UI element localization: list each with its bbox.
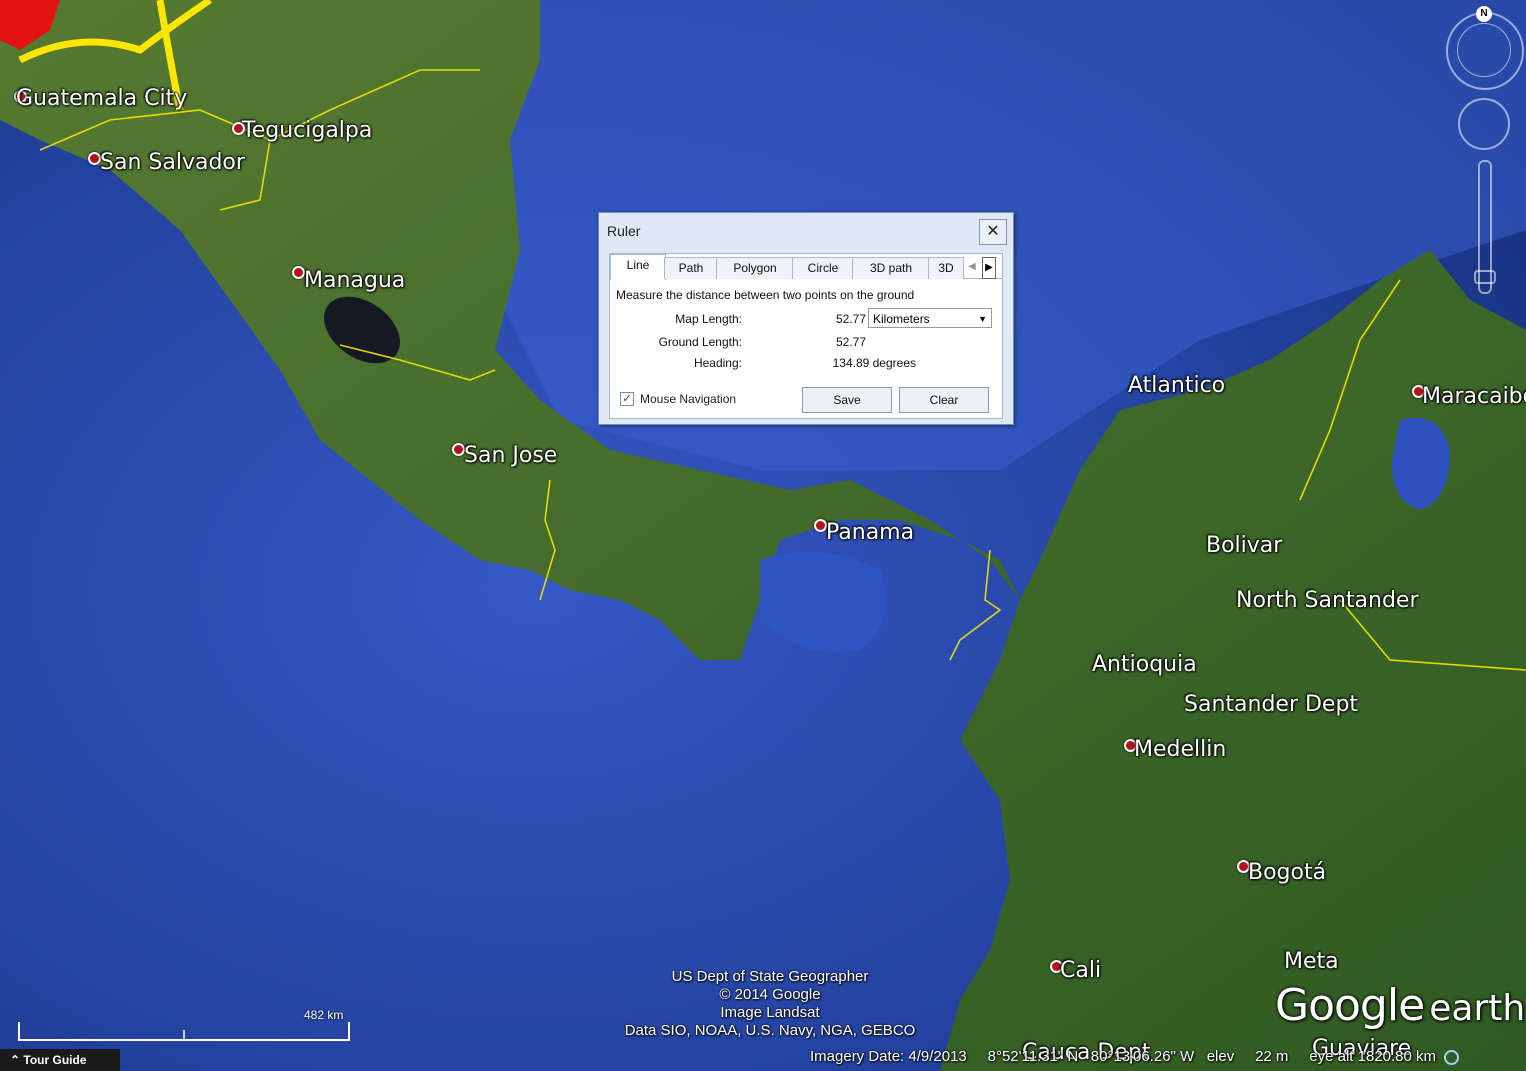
mouse-navigation[interactable]: ✓ Mouse Navigation [620,392,736,406]
logo-google: Google [1275,980,1425,1031]
tour-guide-label: Tour Guide [23,1053,87,1067]
north-icon[interactable]: N [1476,6,1492,22]
zoom-slider-handle[interactable] [1474,270,1496,284]
mouse-navigation-label: Mouse Navigation [640,392,737,406]
clear-button[interactable]: Clear [899,387,989,413]
heading-label: Heading: [693,356,742,370]
eye-altitude: eye alt 1820.80 km [1309,1048,1437,1065]
ruler-dialog: Ruler ✕ Line Path Polygon Circle 3D path… [598,212,1014,425]
tab-polygon[interactable]: Polygon [716,257,794,279]
city-label-san-jose[interactable]: San Jose [464,443,557,468]
look-joystick[interactable] [1457,23,1511,77]
chevron-down-icon: ▼ [978,314,987,324]
credit-line: Image Landsat [720,1004,820,1021]
ruler-panel: Line Path Polygon Circle 3D path 3D ◀ ▶ … [609,253,1003,419]
save-button[interactable]: Save [802,387,892,413]
elevation-value: 22 m [1255,1048,1289,1065]
city-label-tegucigalpa[interactable]: Tegucigalpa [242,118,372,143]
tab-line[interactable]: Line [610,254,666,280]
city-label-bogot-[interactable]: Bogotá [1248,860,1326,885]
imagery-credits: US Dept of State Geographer © 2014 Googl… [580,968,960,1040]
chevron-up-icon: ⌃ [10,1053,24,1067]
city-label-guatemala-city[interactable]: Guatemala City [16,86,187,111]
logo-earth: earth [1429,988,1526,1029]
ground-length-label: Ground Length: [658,335,742,349]
city-label-antioquia[interactable]: Antioquia [1092,652,1197,677]
tab-path[interactable]: Path [664,257,718,279]
heading-value: 134.89 degrees [832,356,916,370]
city-label-cali[interactable]: Cali [1060,958,1101,983]
tab-3d-path[interactable]: 3D path [852,257,930,279]
google-earth-logo: Google earth [1275,980,1525,1031]
ground-length-value: 52.77 [835,335,866,349]
tour-guide-button[interactable]: ⌃ Tour Guide [0,1049,120,1071]
city-label-north-santander[interactable]: North Santander [1236,588,1419,613]
status-bar: Imagery Date: 4/9/2013 8°52'11.31" N 80°… [810,1048,1460,1065]
credit-line: Data SIO, NOAA, U.S. Navy, NGA, GEBCO [624,1022,916,1039]
unit-select-value: Kilometers [873,312,930,326]
imagery-date: Imagery Date: 4/9/2013 [810,1048,967,1065]
scale-bar [18,1022,350,1041]
latitude: 8°52'11.31" N [987,1048,1079,1065]
streaming-icon [1444,1049,1460,1065]
credit-line: © 2014 Google [719,986,821,1003]
city-label-medellin[interactable]: Medellin [1134,737,1226,762]
longitude: 80°13'06.26" W [1090,1048,1195,1065]
scale-label: 482 km [304,1008,344,1022]
ruler-title: Ruler [607,223,641,239]
close-icon[interactable]: ✕ [979,219,1007,245]
tab-circle[interactable]: Circle [792,257,854,279]
city-label-meta[interactable]: Meta [1284,949,1339,974]
city-label-santander-dept[interactable]: Santander Dept [1184,692,1358,717]
map-length-value: 52.77 [835,312,866,326]
city-label-san-salvador[interactable]: San Salvador [100,150,245,175]
ruler-tabs: Line Path Polygon Circle 3D path 3D ◀ ▶ [610,254,1002,280]
move-joystick[interactable] [1458,98,1510,150]
elevation-label: elev [1206,1048,1235,1065]
credit-line: US Dept of State Geographer [671,968,869,985]
mouse-navigation-checkbox[interactable]: ✓ [620,392,634,406]
city-label-panama[interactable]: Panama [826,520,914,545]
map-length-label: Map Length: [675,312,742,326]
ruler-description: Measure the distance between two points … [616,288,915,302]
tab-3d[interactable]: 3D [928,257,964,279]
city-label-managua[interactable]: Managua [304,268,405,293]
tab-scroll-left-icon[interactable]: ◀ [966,257,978,277]
city-label-maracaibo[interactable]: Maracaibo [1422,384,1526,409]
tab-scroll-right-icon[interactable]: ▶ [982,257,996,279]
city-label-atlantico[interactable]: Atlantico [1128,373,1225,398]
city-label-bolivar[interactable]: Bolivar [1206,533,1282,558]
unit-select[interactable]: Kilometers ▼ [868,308,992,328]
